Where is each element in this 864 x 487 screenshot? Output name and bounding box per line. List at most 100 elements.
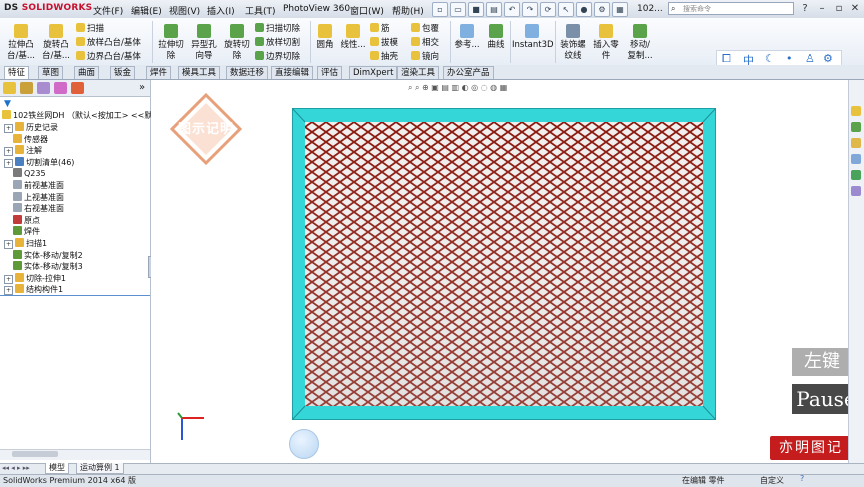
traffic-light-icon[interactable]: ● <box>576 2 592 17</box>
view-orientation-orb[interactable] <box>289 429 319 459</box>
tree-expand-icon[interactable]: + <box>4 158 13 168</box>
tree-item[interactable]: + 结构构件1 <box>4 284 63 296</box>
reference-geometry-button[interactable]: 参考... <box>452 24 482 51</box>
menu-photoview[interactable]: PhotoView 360 <box>283 4 350 14</box>
hole-wizard-button[interactable]: 异型孔 向导 <box>188 24 220 62</box>
tree-item[interactable]: + 历史记录 <box>4 122 58 133</box>
intersect-button[interactable]: 相交 <box>411 36 439 48</box>
loft-boss-button[interactable]: 放样凸台/基体 <box>76 36 141 48</box>
ime-punctuation-icon[interactable]: • <box>786 52 793 65</box>
tab-dimxpert[interactable]: DimXpert <box>349 66 398 79</box>
tree-item[interactable]: 实体-移动/复制3 <box>4 261 83 272</box>
status-units[interactable]: 自定义 <box>760 475 784 486</box>
tree-expand-icon[interactable] <box>4 216 11 223</box>
open-icon[interactable]: ▭ <box>450 2 466 17</box>
file-props-icon[interactable]: ▦ <box>612 2 628 17</box>
rebuild-icon[interactable]: ⟳ <box>540 2 556 17</box>
print-icon[interactable]: ▤ <box>486 2 502 17</box>
save-icon[interactable]: ■ <box>468 2 484 17</box>
menu-edit[interactable]: 编辑(E) <box>131 4 162 17</box>
boundary-cut-button[interactable]: 边界切除 <box>255 50 300 62</box>
tab-surfaces[interactable]: 曲面 <box>74 66 100 79</box>
custom-properties-icon[interactable] <box>851 186 861 196</box>
tree-expand-icon[interactable] <box>4 193 11 200</box>
tree-expand-icon[interactable] <box>4 262 11 269</box>
tree-item[interactable]: 上视基准面 <box>4 191 64 203</box>
options-icon[interactable]: ⚙ <box>594 2 610 17</box>
design-library-icon[interactable] <box>851 122 861 132</box>
move-copy-button[interactable]: 移动/复制... <box>623 24 657 62</box>
appearances-icon[interactable] <box>851 170 861 180</box>
tab-weldments[interactable]: 焊件 <box>146 66 172 79</box>
tree-item[interactable]: Q235 <box>4 168 46 178</box>
scrollbar-thumb[interactable] <box>12 451 58 457</box>
tree-expand-icon[interactable]: + <box>4 124 13 133</box>
tree-item[interactable]: + 切割清单(46) <box>4 156 74 168</box>
dimxpert-tab-icon[interactable] <box>54 82 67 94</box>
linear-pattern-button[interactable]: 线性... <box>339 24 367 51</box>
feature-tree-tab-icon[interactable] <box>3 82 16 94</box>
status-help-icon[interactable]: ? <box>800 474 804 483</box>
search-icon[interactable]: ⌕ <box>671 4 675 14</box>
new-doc-icon[interactable]: ▫ <box>432 2 448 17</box>
menu-file[interactable]: 文件(F) <box>93 4 123 17</box>
file-explorer-icon[interactable] <box>851 138 861 148</box>
revolve-cut-button[interactable]: 旋转切除 <box>221 24 253 62</box>
tree-expand-icon[interactable] <box>4 169 11 176</box>
tree-expand-icon[interactable]: + <box>4 274 13 284</box>
tree-item[interactable]: 原点 <box>4 214 40 226</box>
display-manager-tab-icon[interactable] <box>71 82 84 94</box>
tab-office-products[interactable]: 办公室产品 <box>443 66 494 79</box>
tab-sketch[interactable]: 草图 <box>38 66 64 79</box>
revolve-boss-button[interactable]: 旋转凸 台/基... <box>39 24 73 62</box>
swept-cut-button[interactable]: 扫描切除 <box>255 22 300 34</box>
menu-tools[interactable]: 工具(T) <box>245 4 276 17</box>
heads-up-view-toolbar[interactable]: ⌕ ⌕ ⊕ ▣ ▤ ▥ ◐ ◎ ◌ ◍ ▦ <box>408 83 608 95</box>
tab-sheet-metal[interactable]: 钣金 <box>110 66 136 79</box>
expanded-metal-mesh[interactable] <box>305 122 703 406</box>
tab-scroll-arrows[interactable]: ◂◂ ◂ ▸ ▸▸ <box>2 464 30 472</box>
panel-expand-icon[interactable]: » <box>139 82 145 93</box>
shell-button[interactable]: 抽壳 <box>370 50 398 62</box>
tree-expand-icon[interactable]: + <box>4 240 13 249</box>
tree-expand-icon[interactable] <box>4 135 11 142</box>
tree-expand-icon[interactable]: + <box>4 147 13 157</box>
sweep-button[interactable]: 扫描 <box>76 22 104 34</box>
tab-data-migration[interactable]: 数据迁移 <box>226 66 269 79</box>
minimize-icon[interactable]: – <box>815 2 829 15</box>
redo-icon[interactable]: ↷ <box>522 2 538 17</box>
resources-icon[interactable] <box>851 106 861 116</box>
extrude-boss-button[interactable]: 拉伸凸 台/基... <box>4 24 38 62</box>
tree-item[interactable]: 传感器 <box>4 133 48 145</box>
config-manager-tab-icon[interactable] <box>37 82 50 94</box>
tab-direct-editing[interactable]: 直接编辑 <box>271 66 314 79</box>
rollback-bar[interactable] <box>0 295 150 296</box>
tree-expand-icon[interactable] <box>4 251 11 258</box>
rib-button[interactable]: 筋 <box>370 22 390 34</box>
tab-features[interactable]: 特征 <box>4 66 30 79</box>
tree-item[interactable]: + 切除-拉伸1 <box>4 272 66 284</box>
cosmetic-thread-button[interactable]: 装饰螺 纹线 <box>557 24 589 62</box>
menu-window[interactable]: 窗口(W) <box>350 4 384 17</box>
search-input[interactable]: 搜索命令 <box>668 2 794 15</box>
property-manager-tab-icon[interactable] <box>20 82 33 94</box>
curves-button[interactable]: 曲线 <box>484 24 508 51</box>
help-icon[interactable]: ? <box>798 2 812 15</box>
solidworks-logo[interactable]: DS SOLIDWORKS <box>4 3 92 13</box>
undo-icon[interactable]: ↶ <box>504 2 520 17</box>
tree-item[interactable]: 焊件 <box>4 226 40 237</box>
ime-halfwidth-icon[interactable]: ☾ <box>765 52 775 65</box>
menu-insert[interactable]: 插入(I) <box>207 4 235 17</box>
boundary-boss-button[interactable]: 边界凸台/基体 <box>76 50 141 62</box>
tab-model[interactable]: 模型 <box>45 463 69 474</box>
tree-root[interactable]: 102铁丝网DH （默认<按加工> <<默认> <box>2 110 167 121</box>
tree-item[interactable]: 前视基准面 <box>4 180 64 191</box>
filter-icon[interactable]: ▼ <box>4 99 11 109</box>
restore-icon[interactable]: ▫ <box>832 2 846 15</box>
tab-mold-tools[interactable]: 模具工具 <box>178 66 221 79</box>
tree-expand-icon[interactable] <box>4 227 11 234</box>
mirror-button[interactable]: 镜向 <box>411 50 439 62</box>
select-icon[interactable]: ↖ <box>558 2 574 17</box>
tab-evaluate[interactable]: 评估 <box>317 66 343 79</box>
tab-motion-study[interactable]: 运动算例 1 <box>76 463 124 474</box>
